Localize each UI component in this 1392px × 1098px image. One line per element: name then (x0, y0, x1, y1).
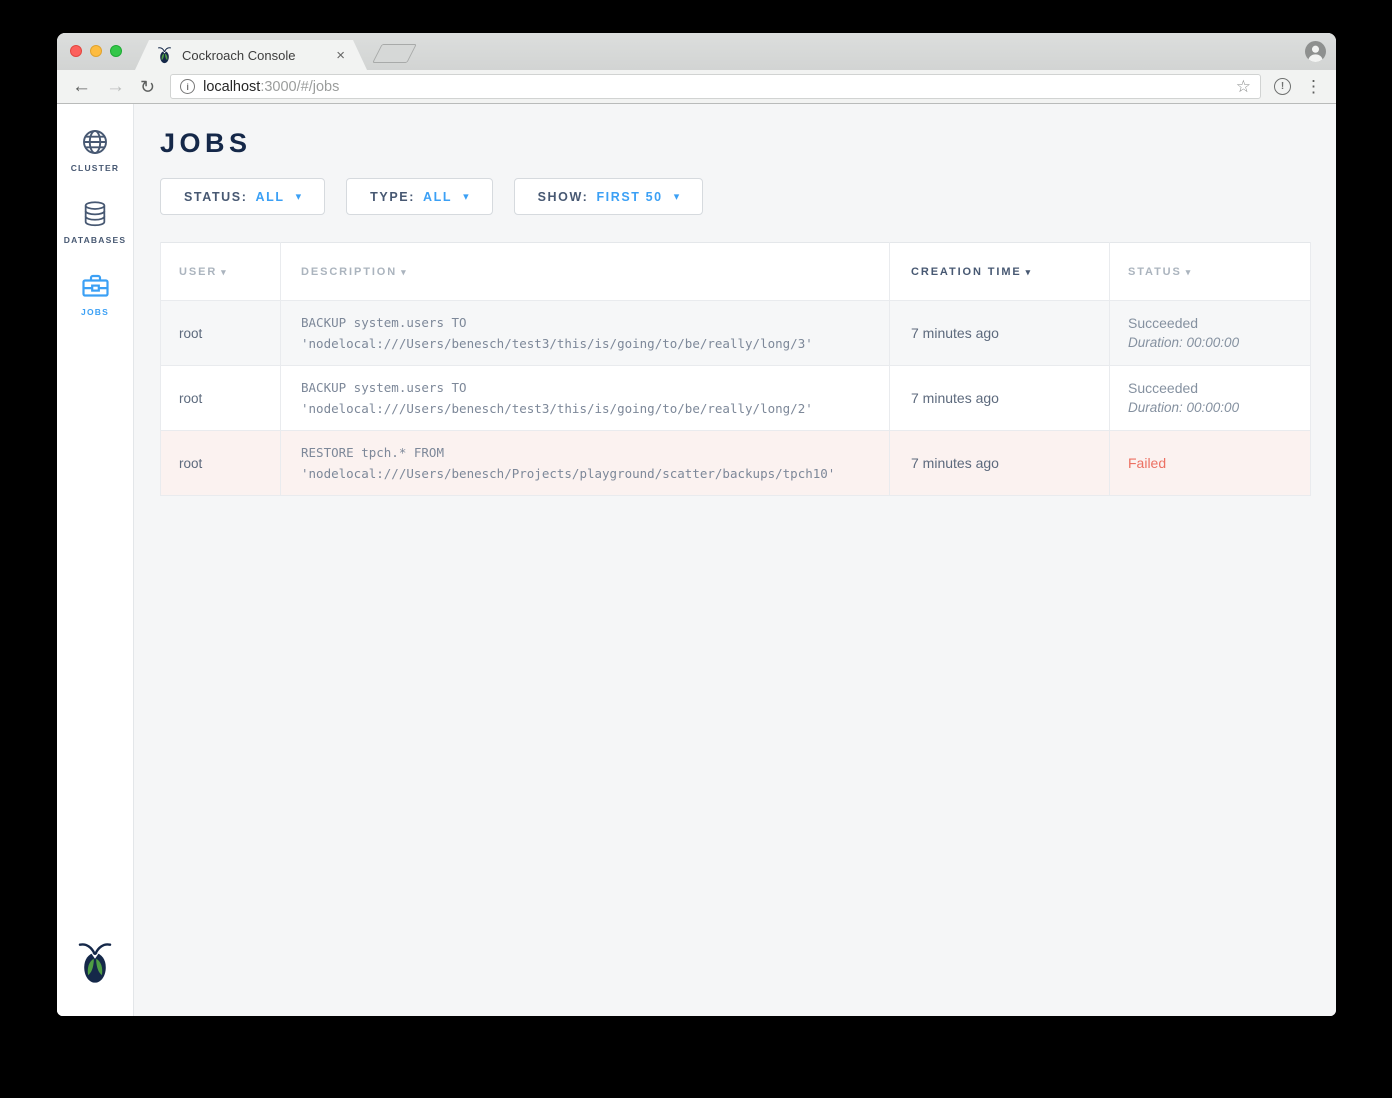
status-text: Failed (1128, 453, 1309, 473)
url-path: :3000/#/jobs (260, 79, 339, 95)
user-cell: root (161, 431, 281, 496)
job-target: 'nodelocal:///Users/benesch/test3/this/i… (301, 333, 873, 354)
creation-time-cell: 7 minutes ago (890, 366, 1110, 431)
column-header-description[interactable]: DESCRIPTION ▾ (281, 243, 890, 301)
sort-caret-icon: ▾ (401, 267, 407, 277)
job-statement: BACKUP system.users TO (301, 377, 873, 398)
sidebar-item-databases[interactable]: DATABASES (57, 188, 133, 260)
show-filter-dropdown[interactable]: SHOW: FIRST 50 ▾ (514, 178, 704, 215)
sidebar: CLUSTER DATABASES (57, 104, 134, 1016)
column-label: USER (179, 266, 217, 278)
browser-tab[interactable]: Cockroach Console × (135, 40, 367, 70)
profile-avatar-icon[interactable] (1305, 41, 1326, 62)
admin-ui-page: CLUSTER DATABASES (57, 104, 1336, 1016)
job-statement: RESTORE tpch.* FROM (301, 442, 873, 463)
sidebar-item-label: CLUSTER (71, 163, 120, 173)
new-tab-button[interactable] (372, 44, 417, 63)
creation-time-cell: 7 minutes ago (890, 301, 1110, 366)
browser-tab-bar: Cockroach Console × (57, 33, 1336, 70)
filter-label: STATUS: (184, 190, 248, 204)
sidebar-item-label: JOBS (81, 307, 109, 317)
database-icon (81, 198, 109, 229)
chevron-down-icon: ▾ (463, 190, 469, 203)
status-text: Succeeded (1128, 313, 1309, 333)
column-header-creation-time[interactable]: CREATION TIME ▾ (890, 243, 1110, 301)
address-bar[interactable]: i localhost :3000/#/jobs ☆ (170, 74, 1261, 99)
status-cell: Succeeded Duration: 00:00:00 (1110, 366, 1311, 431)
column-header-status[interactable]: STATUS ▾ (1110, 243, 1311, 301)
sort-caret-icon: ▾ (221, 267, 227, 277)
site-info-icon[interactable]: i (180, 79, 195, 94)
extension-icon[interactable]: ! (1274, 78, 1291, 95)
status-cell: Succeeded Duration: 00:00:00 (1110, 301, 1311, 366)
column-header-user[interactable]: USER ▾ (161, 243, 281, 301)
status-filter-dropdown[interactable]: STATUS: ALL ▾ (160, 178, 325, 215)
column-label: STATUS (1128, 266, 1182, 278)
table-row: root BACKUP system.users TO 'nodelocal:/… (161, 366, 1311, 431)
description-cell: BACKUP system.users TO 'nodelocal:///Use… (281, 301, 890, 366)
status-text: Succeeded (1128, 378, 1309, 398)
browser-window: Cockroach Console × ← → ↻ i localhost :3… (57, 33, 1336, 1016)
jobs-page: JOBS STATUS: ALL ▾ TYPE: ALL ▾ SHOW: FIR… (134, 104, 1336, 1016)
chevron-down-icon: ▾ (674, 190, 680, 203)
filter-value: ALL (256, 190, 285, 204)
sidebar-item-label: DATABASES (64, 235, 126, 245)
type-filter-dropdown[interactable]: TYPE: ALL ▾ (346, 178, 492, 215)
window-controls (70, 45, 122, 57)
status-duration: Duration: 00:00:00 (1128, 333, 1309, 353)
browser-toolbar: ← → ↻ i localhost :3000/#/jobs ☆ ! ⋮ (57, 70, 1336, 104)
table-row: root RESTORE tpch.* FROM 'nodelocal:///U… (161, 431, 1311, 496)
column-label: DESCRIPTION (301, 266, 397, 278)
filter-value: FIRST 50 (596, 190, 662, 204)
creation-time-cell: 7 minutes ago (890, 431, 1110, 496)
status-duration: Duration: 00:00:00 (1128, 398, 1309, 418)
briefcase-icon (80, 270, 111, 301)
sidebar-nav: CLUSTER DATABASES (57, 104, 133, 332)
window-zoom-button[interactable] (110, 45, 122, 57)
sidebar-item-cluster[interactable]: CLUSTER (57, 116, 133, 188)
user-cell: root (161, 301, 281, 366)
page-title: JOBS (160, 127, 1336, 159)
filter-value: ALL (423, 190, 452, 204)
cockroach-favicon-icon (157, 46, 173, 64)
job-target: 'nodelocal:///Users/benesch/test3/this/i… (301, 398, 873, 419)
user-cell: root (161, 366, 281, 431)
globe-icon (80, 126, 110, 157)
filter-bar: STATUS: ALL ▾ TYPE: ALL ▾ SHOW: FIRST 50… (160, 178, 1336, 215)
table-row: root BACKUP system.users TO 'nodelocal:/… (161, 301, 1311, 366)
cockroachdb-logo-icon (76, 940, 114, 990)
table-header-row: USER ▾ DESCRIPTION ▾ CREATION TIME ▾ STATUS… (161, 243, 1311, 301)
filter-label: SHOW: (538, 190, 589, 204)
browser-menu-icon[interactable]: ⋮ (1305, 78, 1322, 95)
close-tab-icon[interactable]: × (336, 48, 345, 63)
window-close-button[interactable] (70, 45, 82, 57)
description-cell: RESTORE tpch.* FROM 'nodelocal:///Users/… (281, 431, 890, 496)
description-cell: BACKUP system.users TO 'nodelocal:///Use… (281, 366, 890, 431)
job-target: 'nodelocal:///Users/benesch/Projects/pla… (301, 463, 873, 484)
tab-title: Cockroach Console (182, 48, 328, 63)
sidebar-item-jobs[interactable]: JOBS (57, 260, 133, 332)
url-host: localhost (203, 79, 260, 95)
job-statement: BACKUP system.users TO (301, 312, 873, 333)
filter-label: TYPE: (370, 190, 415, 204)
status-cell: Failed (1110, 431, 1311, 496)
bookmark-star-icon[interactable]: ☆ (1236, 78, 1251, 95)
window-minimize-button[interactable] (90, 45, 102, 57)
column-label: CREATION TIME (911, 266, 1022, 278)
jobs-table: USER ▾ DESCRIPTION ▾ CREATION TIME ▾ STATUS… (160, 242, 1311, 496)
forward-button: → (106, 77, 125, 96)
chevron-down-icon: ▾ (296, 190, 302, 203)
back-button[interactable]: ← (72, 77, 91, 96)
sort-caret-icon: ▾ (1186, 267, 1192, 277)
reload-button[interactable]: ↻ (140, 78, 155, 96)
sort-caret-icon: ▾ (1026, 267, 1032, 277)
